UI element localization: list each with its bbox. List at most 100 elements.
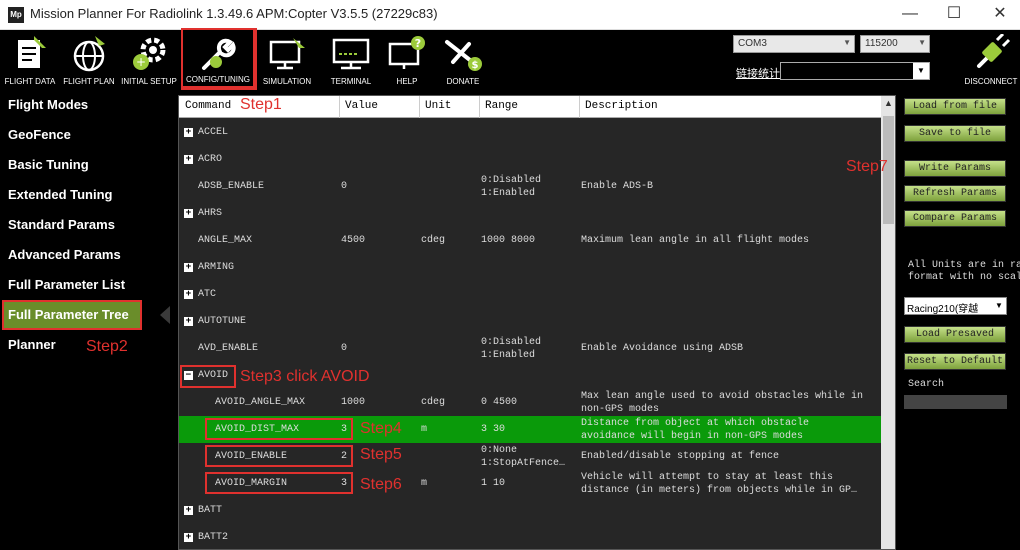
cell-command: ACCEL — [198, 127, 229, 138]
chevron-down-icon: ▼ — [913, 63, 929, 79]
compare-params-button[interactable]: Compare Params — [904, 210, 1006, 227]
menu-item-flight-modes[interactable]: Flight Modes — [8, 97, 88, 112]
link-stats-link[interactable]: 链接统计 — [736, 65, 780, 81]
expand-icon[interactable]: + — [184, 506, 193, 515]
chevron-down-icon: ▼ — [843, 38, 851, 47]
window-title: Mission Planner For Radiolink 1.3.49.6 A… — [30, 6, 438, 21]
table-row[interactable]: + AUTOTUNE — [179, 308, 881, 335]
cell-command: ARMING — [198, 262, 235, 273]
expand-icon[interactable]: + — [184, 290, 193, 299]
table-row[interactable]: + AHRS — [179, 200, 881, 227]
initial-setup-label: INITIAL SETUP — [121, 77, 177, 86]
refresh-params-button[interactable]: Refresh Params — [904, 185, 1006, 202]
simulation-button[interactable]: SIMULATION — [258, 30, 316, 88]
table-row[interactable]: ANGLE_MAX 4500 cdeg 1000 8000 Maximum lean a… — [179, 227, 881, 254]
table-row[interactable]: + ATC — [179, 281, 881, 308]
port-value: COM3 — [738, 38, 767, 49]
header-value[interactable]: Value — [345, 100, 378, 112]
write-params-button[interactable]: Write Params — [904, 160, 1006, 177]
table-row[interactable]: + ACRO — [179, 146, 881, 173]
menu-item-standard-params[interactable]: Standard Params — [8, 217, 115, 232]
step4-box — [205, 418, 353, 440]
svg-text:+: + — [136, 55, 146, 69]
left-menu: Flight Modes GeoFence Basic Tuning Exten… — [0, 90, 172, 550]
svg-text:?: ? — [415, 37, 421, 50]
step5-label: Step5 — [360, 446, 402, 463]
disconnect-button[interactable]: DISCONNECT — [962, 30, 1020, 88]
close-button[interactable]: ✕ — [988, 4, 1012, 24]
preset-value: Racing210(穿越 — [907, 304, 979, 315]
menu-item-basic-tuning[interactable]: Basic Tuning — [8, 157, 89, 172]
cell-command: AVOID_ANGLE_MAX — [215, 397, 306, 408]
range-line: 0:None — [481, 445, 518, 456]
menu-item-advanced-params[interactable]: Advanced Params — [8, 247, 121, 262]
minimize-button[interactable]: — — [898, 4, 922, 24]
menu-item-planner[interactable]: Planner — [8, 337, 56, 352]
table-row[interactable]: + ARMING — [179, 254, 881, 281]
menu-item-full-parameter-list[interactable]: Full Parameter List — [8, 277, 125, 292]
help-label: HELP — [396, 77, 418, 86]
donate-label: DONATE — [446, 77, 480, 86]
step4-label: Step4 — [360, 420, 402, 437]
expand-icon[interactable]: + — [184, 155, 193, 164]
help-icon: ? — [388, 36, 425, 69]
cell-command: ACRO — [198, 154, 223, 165]
header-unit[interactable]: Unit — [425, 100, 451, 112]
initial-setup-button[interactable]: + INITIAL SETUP — [120, 30, 178, 88]
expand-icon[interactable]: + — [184, 263, 193, 272]
table-row[interactable]: + BATT2 — [179, 524, 881, 549]
search-label: Search — [908, 379, 945, 390]
step1-label: Step1 — [240, 96, 282, 113]
search-input[interactable] — [904, 395, 1007, 409]
donate-button[interactable]: $ DONATE — [436, 30, 490, 88]
globe-icon — [73, 36, 105, 72]
expand-icon[interactable]: + — [184, 317, 193, 326]
cell-command: ADSB_ENABLE — [198, 181, 265, 192]
table-row[interactable]: AVD_ENABLE 0 0:Disabled 1:Enabled Enable Avo… — [179, 335, 881, 362]
preset-select[interactable]: Racing210(穿越 ▼ — [904, 297, 1007, 315]
table-row[interactable]: AVOID_ANGLE_MAX 1000 cdeg 0 4500 Max lean an… — [179, 389, 881, 416]
link-select[interactable]: ▼ — [780, 62, 930, 80]
baud-select[interactable]: 115200 ▼ — [860, 35, 930, 53]
expand-icon[interactable]: + — [184, 209, 193, 218]
help-button[interactable]: ? HELP — [380, 30, 434, 88]
step3-label: Step3 click AVOID — [240, 368, 370, 385]
menu-item-geofence[interactable]: GeoFence — [8, 127, 71, 142]
cell-unit: m — [421, 478, 428, 489]
table-row[interactable]: + ACCEL — [179, 119, 881, 146]
menu-item-extended-tuning[interactable]: Extended Tuning — [8, 187, 112, 202]
cell-range: 0:Disabled 1:Enabled — [481, 336, 541, 362]
terminal-label: TERMINAL — [330, 77, 372, 86]
load-from-file-button[interactable]: Load from file — [904, 98, 1006, 115]
header-command[interactable]: Command — [185, 100, 231, 112]
range-line: 0:Disabled — [481, 175, 542, 186]
cell-description: Distance from object at which obstacle av… — [581, 417, 809, 443]
menu-item-full-parameter-tree[interactable]: Full Parameter Tree — [8, 307, 129, 322]
expand-icon[interactable]: + — [184, 533, 193, 542]
scroll-up-icon[interactable]: ▲ — [881, 96, 895, 111]
description-line: avoidance will begin in non-GPS modes — [581, 431, 804, 442]
header-description[interactable]: Description — [585, 100, 658, 112]
cell-value: 1000 — [341, 397, 366, 408]
cell-range: 3 30 — [481, 424, 506, 435]
step3-box — [180, 365, 236, 388]
range-line: 1:Enabled — [481, 188, 536, 199]
maximize-button[interactable]: ☐ — [942, 4, 966, 24]
range-line: 1:StopAtFence… — [481, 458, 566, 469]
expand-icon[interactable]: + — [184, 128, 193, 137]
flight-data-button[interactable]: FLIGHT DATA — [2, 30, 58, 88]
header-range[interactable]: Range — [485, 100, 518, 112]
load-presaved-button[interactable]: Load Presaved — [904, 326, 1006, 343]
flight-plan-label: FLIGHT PLAN — [63, 77, 115, 86]
save-to-file-button[interactable]: Save to file — [904, 125, 1006, 142]
terminal-button[interactable]: TERMINAL — [322, 30, 380, 88]
flight-data-icon — [18, 36, 46, 68]
reset-default-button[interactable]: Reset to Default — [904, 353, 1006, 370]
table-row[interactable]: + BATT — [179, 497, 881, 524]
port-select[interactable]: COM3 ▼ — [733, 35, 855, 53]
cell-description: Vehicle will attempt to stay at least th… — [581, 471, 857, 497]
cell-command: AVD_ENABLE — [198, 343, 259, 354]
flight-plan-button[interactable]: FLIGHT PLAN — [60, 30, 118, 88]
description-line: Distance from object at which obstacle — [581, 418, 810, 429]
table-row[interactable]: ADSB_ENABLE 0 0:Disabled 1:Enabled Enable AD… — [179, 173, 881, 200]
